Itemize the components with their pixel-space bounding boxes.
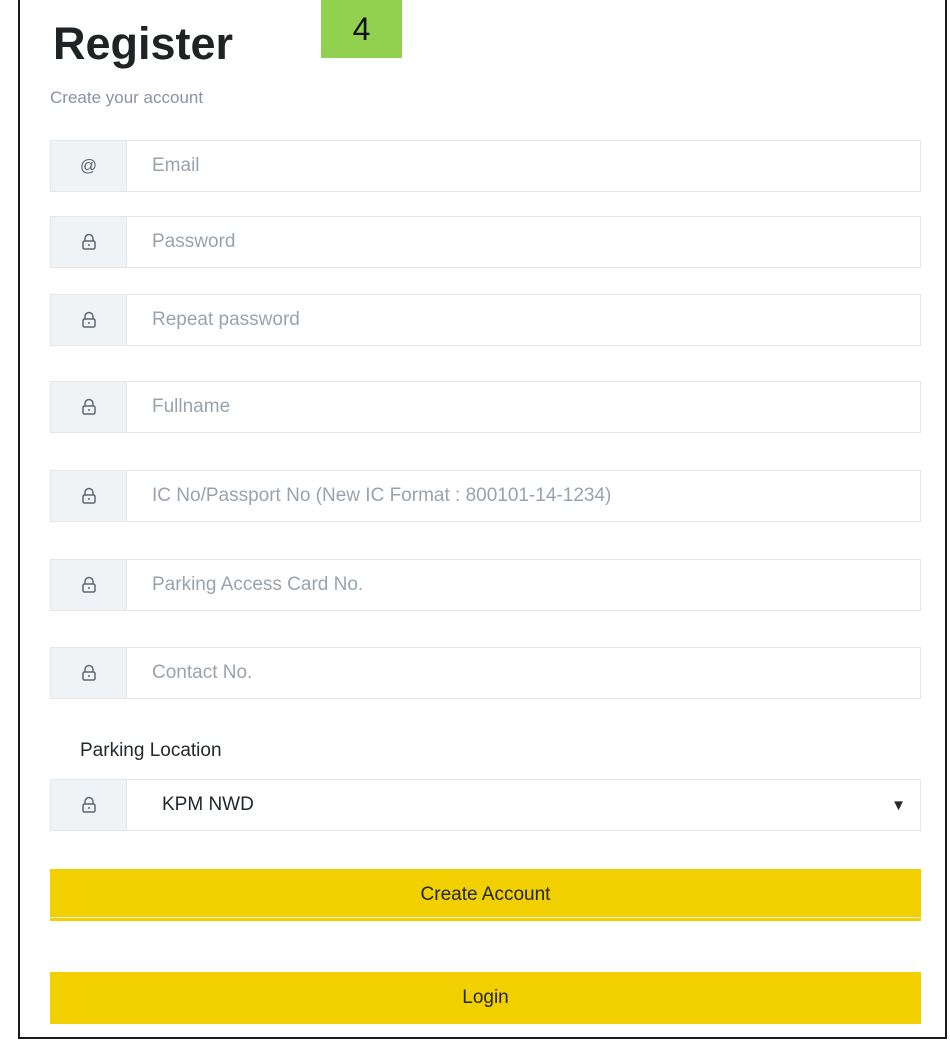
at-icon-glyph: @	[79, 156, 98, 175]
lock-icon	[50, 381, 127, 433]
ic-passport-field[interactable]	[127, 470, 921, 522]
parking-location-value: KPM NWD	[162, 794, 254, 815]
contact-input-group	[50, 647, 921, 699]
password-input-group	[50, 216, 921, 268]
repeat-password-field[interactable]	[127, 294, 921, 346]
password-field[interactable]	[127, 216, 921, 268]
divider	[50, 917, 921, 918]
lock-icon	[50, 470, 127, 522]
repeat-password-input-group	[50, 294, 921, 346]
email-field[interactable]	[127, 140, 921, 192]
fullname-input-group	[50, 381, 921, 433]
lock-icon	[50, 779, 127, 831]
parking-location-dropdown[interactable]: KPM NWD ▼	[127, 779, 921, 831]
parking-card-field[interactable]	[127, 559, 921, 611]
lock-icon	[50, 559, 127, 611]
email-input-group: @	[50, 140, 921, 192]
parking-location-select[interactable]: KPM NWD ▼	[50, 779, 921, 831]
lock-icon	[50, 294, 127, 346]
create-account-button[interactable]: Create Account	[50, 869, 921, 921]
fullname-field[interactable]	[127, 381, 921, 433]
login-button[interactable]: Login	[50, 972, 921, 1024]
lock-icon	[50, 216, 127, 268]
lock-icon	[50, 647, 127, 699]
contact-field[interactable]	[127, 647, 921, 699]
page-title: Register	[53, 18, 234, 69]
parking-card-input-group	[50, 559, 921, 611]
chevron-down-icon[interactable]: ▼	[891, 797, 906, 814]
parking-location-label: Parking Location	[80, 740, 222, 761]
ic-passport-input-group	[50, 470, 921, 522]
at-icon: @	[50, 140, 127, 192]
step-badge: 4	[321, 0, 402, 58]
page-subtitle: Create your account	[50, 88, 204, 107]
